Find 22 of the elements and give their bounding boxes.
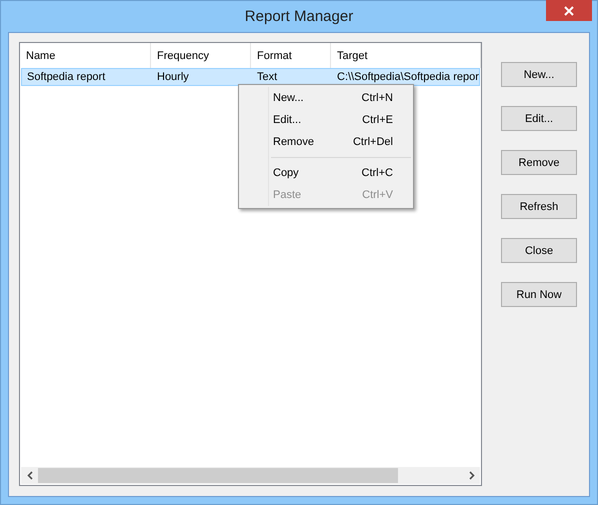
table-cell-text: C:\\Softpedia\Softpedia repor — [336, 70, 478, 85]
chevron-left-icon — [26, 471, 32, 480]
action-button[interactable]: Remove — [501, 150, 577, 175]
menu-item[interactable]: New... Ctrl+N — [241, 87, 411, 109]
action-button[interactable]: Refresh — [501, 194, 577, 219]
action-button[interactable]: Close — [501, 238, 577, 263]
close-button[interactable] — [546, 0, 592, 21]
table-row[interactable]: Softpedia report Hourly Text C:\\Softpedia\Softpedia repor — [21, 68, 480, 86]
menu-item[interactable]: Remove Ctrl+Del — [241, 131, 411, 153]
window-title: Report Manager — [244, 8, 354, 25]
table-cell-text: Text — [256, 70, 278, 85]
action-button[interactable]: Edit... — [501, 106, 577, 131]
action-button[interactable]: Run Now — [501, 282, 577, 307]
table-cell-text: Softpedia report — [26, 70, 106, 85]
table-cell-text: Hourly — [156, 70, 190, 85]
close-icon — [564, 6, 574, 16]
scroll-thumb[interactable] — [38, 468, 398, 483]
action-button[interactable]: New... — [501, 62, 577, 87]
menu-item[interactable]: Edit... Ctrl+E — [241, 109, 411, 131]
menu-item[interactable]: Copy Ctrl+C — [241, 162, 411, 184]
horizontal-scrollbar[interactable] — [21, 467, 480, 484]
chevron-right-icon — [468, 471, 474, 480]
